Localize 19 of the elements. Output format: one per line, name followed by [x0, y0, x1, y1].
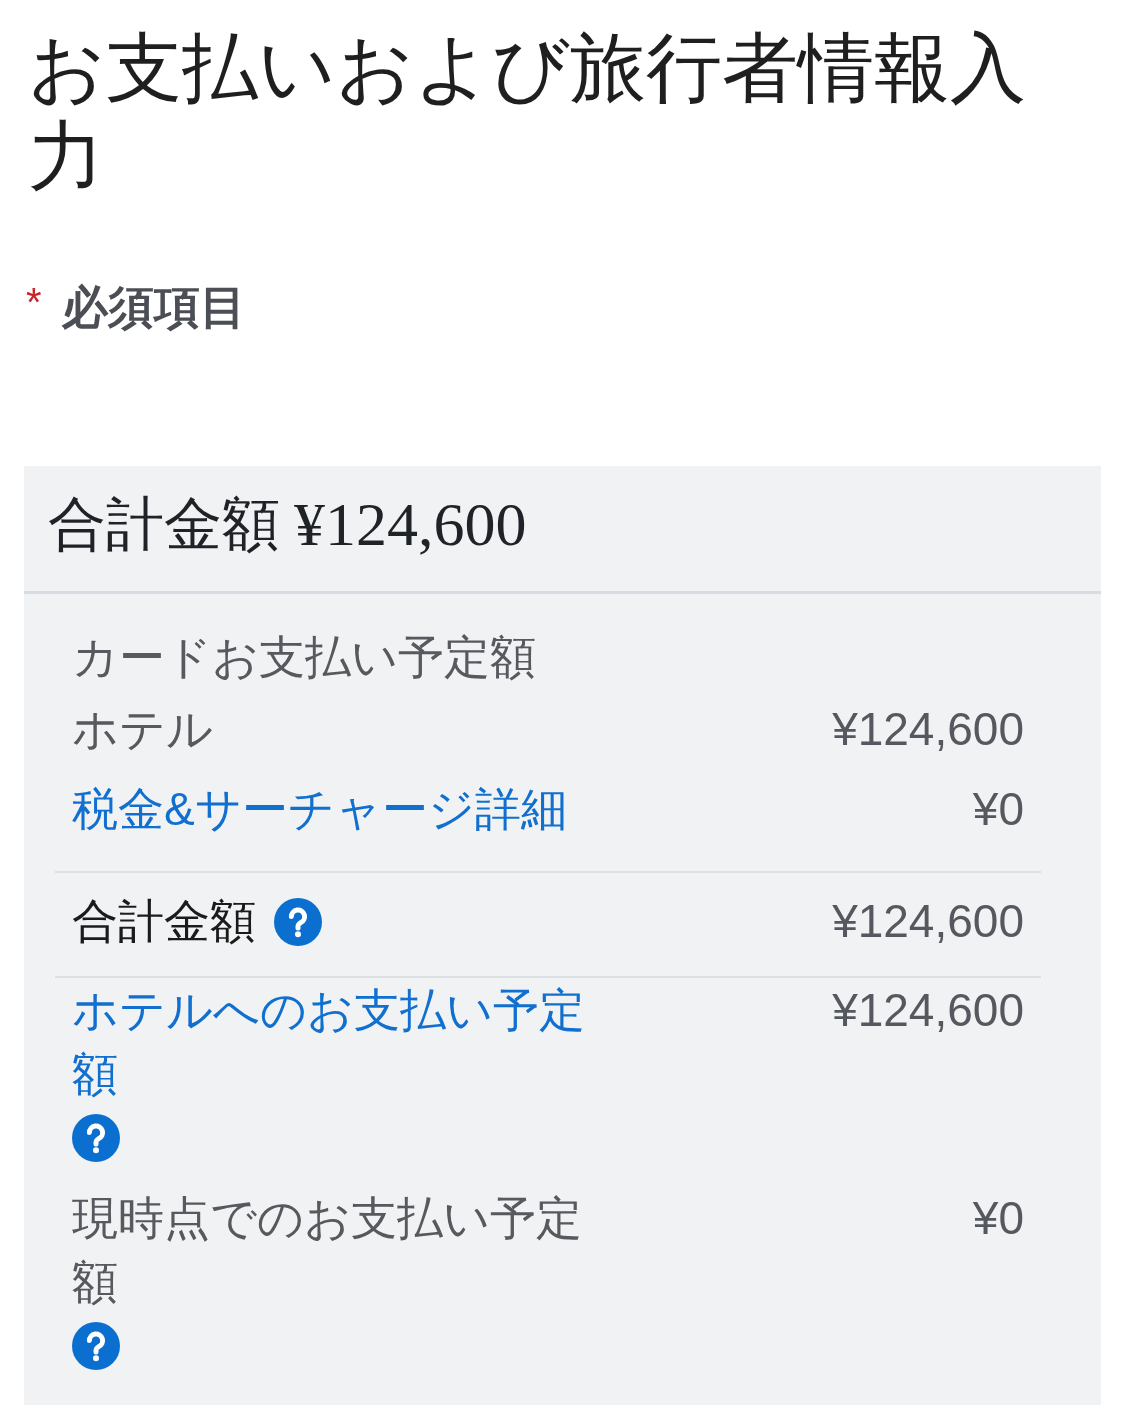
row-label: 合計金額 — [72, 895, 256, 947]
row-label: 現時点でのお支払い予定額 — [72, 1191, 583, 1310]
required-asterisk: * — [26, 282, 42, 322]
link[interactable]: ホテルへのお支払い予定額 — [72, 978, 617, 1106]
amount: ¥124,600 — [832, 894, 1024, 949]
link[interactable]: 税金&サーチャージ詳細 — [72, 777, 567, 841]
amount: ¥0 — [972, 782, 1024, 837]
required-label: 必須項目 — [61, 280, 246, 335]
amount: ¥124,600 — [832, 983, 1024, 1038]
help-icon[interactable] — [274, 897, 322, 946]
summary-total: ¥124,600 — [294, 488, 527, 559]
row-label: ホテル — [72, 702, 213, 757]
amount: ¥124,600 — [832, 702, 1024, 757]
section-heading: カードお支払い予定額 — [72, 631, 536, 683]
help-icon[interactable] — [72, 1322, 120, 1370]
help-icon[interactable] — [72, 1114, 120, 1162]
page-title: お支払いおよび旅行者情報入力 — [28, 24, 1027, 200]
summary-title: 合計金額 — [48, 489, 280, 558]
amount: ¥0 — [972, 1191, 1024, 1246]
